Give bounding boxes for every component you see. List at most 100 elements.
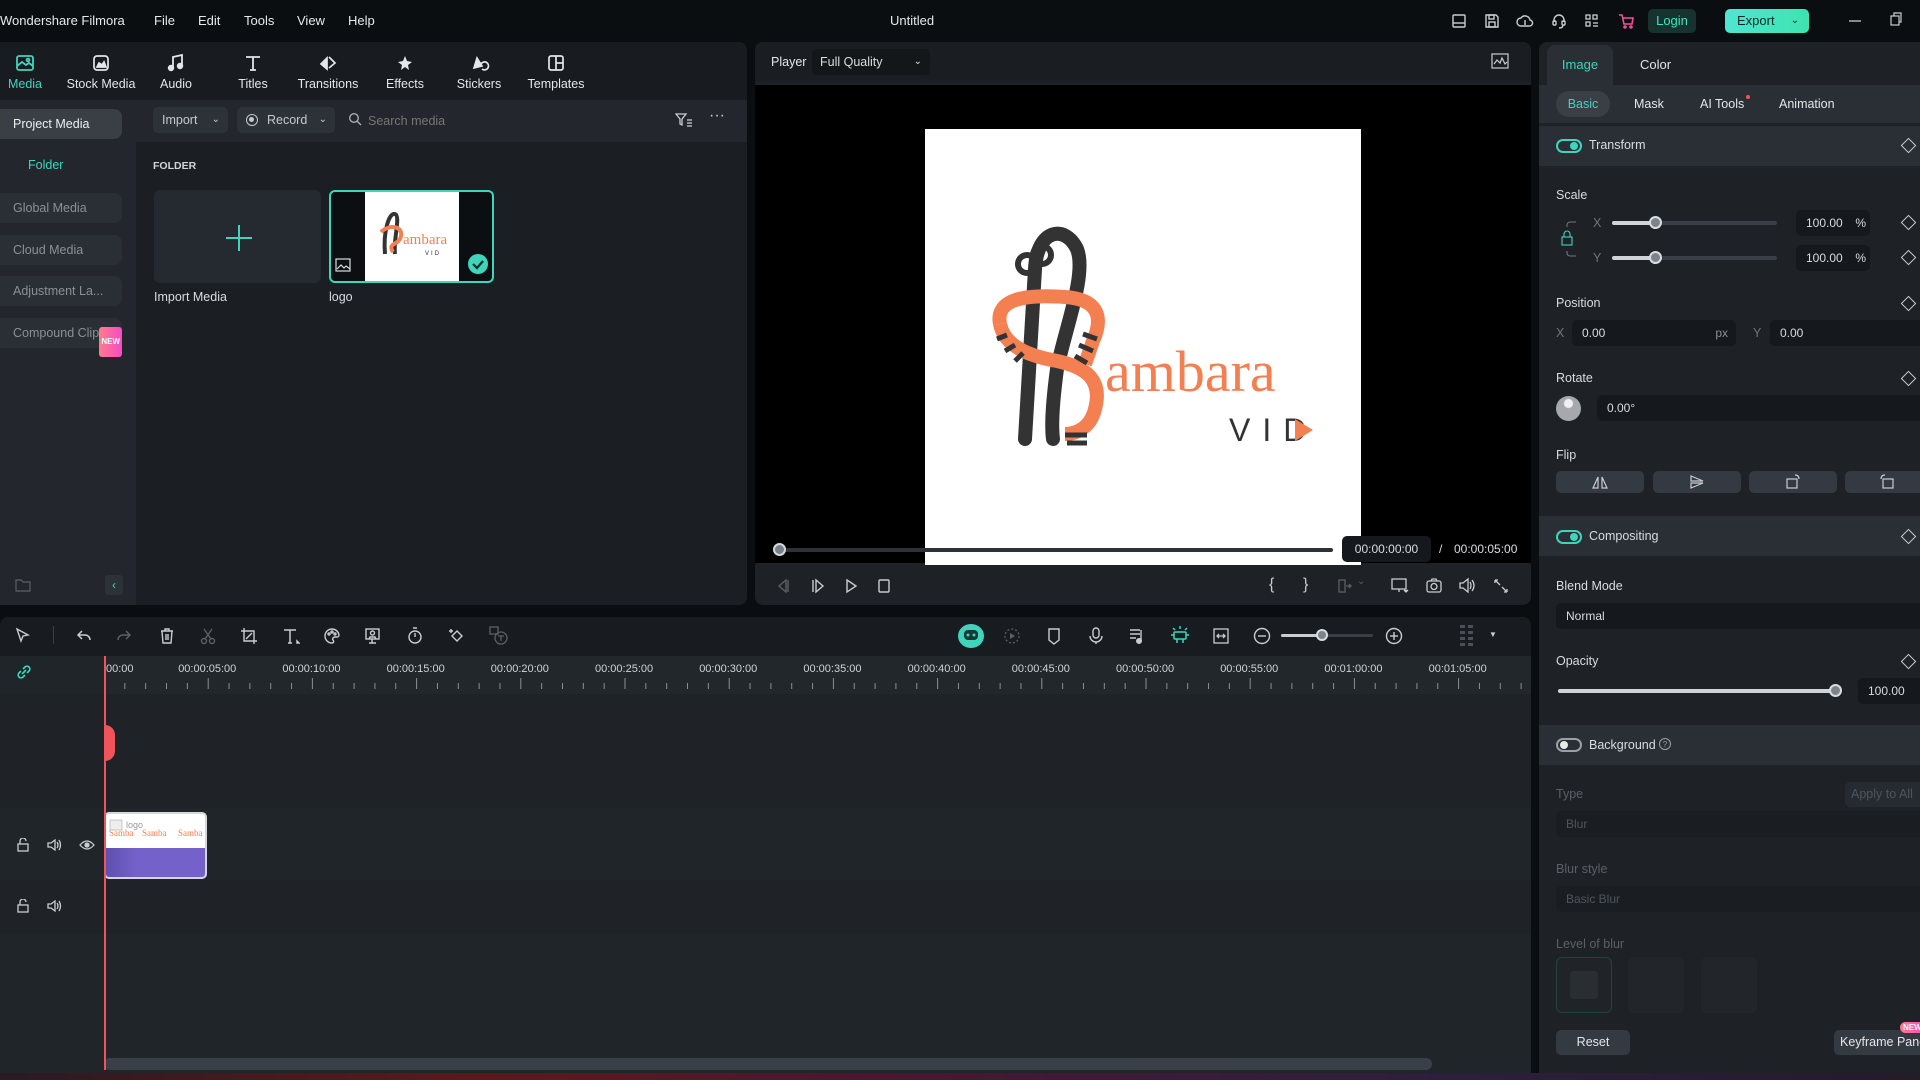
scale-x-slider[interactable] (1612, 216, 1777, 229)
text-tool-icon[interactable] (282, 627, 300, 645)
position-x-field[interactable]: 0.00 px (1572, 320, 1736, 346)
save-icon[interactable] (1483, 12, 1501, 30)
render-preview-icon[interactable] (1003, 627, 1021, 645)
menu-file[interactable]: File (154, 13, 175, 28)
green-screen-icon[interactable] (364, 627, 382, 645)
rotate-dial[interactable] (1556, 396, 1581, 421)
new-folder-icon[interactable] (15, 578, 31, 592)
timeline-ruler[interactable] (104, 656, 1531, 694)
more-options-icon[interactable]: ··· (709, 108, 727, 127)
playhead-marker-handle[interactable] (104, 725, 115, 761)
rotate-field[interactable]: 0.00° (1597, 395, 1920, 421)
track-mute-icon[interactable] (47, 838, 63, 852)
blur-style-dropdown[interactable]: Basic Blur (1556, 886, 1920, 912)
filter-icon[interactable] (675, 112, 693, 128)
chevron-down-icon[interactable]: ▼ (1489, 630, 1497, 639)
minimize-icon[interactable] (1848, 13, 1862, 27)
delete-icon[interactable] (158, 627, 176, 645)
playhead[interactable] (104, 656, 106, 1070)
fullscreen-icon[interactable] (1493, 578, 1509, 594)
lock-track-icon[interactable] (16, 899, 30, 913)
subtab-mask[interactable]: Mask (1634, 97, 1664, 111)
voiceover-mic-icon[interactable] (1087, 627, 1105, 645)
next-frame-icon[interactable] (810, 578, 826, 594)
text-to-speech-icon[interactable] (489, 626, 509, 646)
sidebar-item-cloud-media[interactable]: Cloud Media (0, 235, 122, 265)
track-visibility-eye-icon[interactable] (79, 839, 95, 851)
opacity-field[interactable]: 100.00 (1858, 678, 1920, 704)
mark-in-icon[interactable]: { (1269, 576, 1274, 594)
import-dropdown[interactable]: Import ⌄ (153, 107, 228, 133)
volume-icon[interactable] (1458, 577, 1476, 594)
background-toggle[interactable] (1556, 738, 1582, 752)
auto-highlight-icon[interactable] (1170, 625, 1190, 645)
blur-level-option-2[interactable] (1628, 957, 1684, 1013)
scopes-icon[interactable] (1491, 53, 1509, 69)
tab-media[interactable]: Media (0, 48, 60, 91)
mark-out-icon[interactable]: } (1303, 576, 1308, 594)
blur-level-option-3[interactable] (1701, 957, 1757, 1013)
menu-view[interactable]: View (297, 13, 325, 28)
reset-button[interactable]: Reset (1556, 1030, 1630, 1055)
display-settings-icon[interactable] (1391, 578, 1409, 594)
blend-mode-dropdown[interactable]: Normal (1556, 603, 1920, 629)
scale-x-field[interactable]: 100.00% (1796, 210, 1870, 236)
lock-track-icon[interactable] (16, 838, 30, 852)
snapshot-camera-icon[interactable] (1425, 577, 1443, 594)
undo-icon[interactable] (75, 627, 93, 645)
media-item-logo[interactable]: ambara VID (329, 190, 494, 283)
chevron-down-icon[interactable]: ⌄ (1791, 9, 1799, 33)
fit-timeline-icon[interactable] (1212, 627, 1230, 645)
track-mute-icon[interactable] (47, 899, 63, 913)
speed-timer-icon[interactable] (406, 626, 424, 645)
marker-icon[interactable] (1045, 627, 1063, 645)
transform-toggle[interactable] (1556, 139, 1582, 153)
export-button[interactable]: Export ⌄ (1725, 9, 1809, 33)
play-icon[interactable] (843, 578, 859, 594)
keyframe-panel-button[interactable]: Keyframe Panel (1834, 1030, 1920, 1055)
sidebar-item-folder[interactable]: Folder (28, 158, 63, 172)
insert-clip-icon[interactable] (1337, 578, 1353, 594)
blur-level-option-1[interactable] (1556, 957, 1612, 1013)
apps-grid-icon[interactable] (1583, 12, 1601, 30)
color-palette-icon[interactable] (323, 627, 341, 645)
scale-y-handle[interactable] (1648, 251, 1662, 264)
cloud-upload-icon[interactable] (1516, 12, 1534, 30)
import-media-tile[interactable] (154, 190, 321, 283)
crop-icon[interactable] (240, 627, 258, 645)
tab-titles[interactable]: Titles (218, 48, 288, 91)
subtab-animation[interactable]: Animation (1779, 97, 1835, 111)
restore-icon[interactable] (1889, 12, 1903, 26)
timeline-clip-logo[interactable]: Samba Samba Samba logo (104, 812, 207, 879)
scale-x-handle[interactable] (1648, 216, 1662, 229)
preview-canvas[interactable]: ambara VID (925, 129, 1361, 565)
track-layout-icon[interactable] (1459, 624, 1475, 648)
timeline-horizontal-scrollbar[interactable] (104, 1058, 1432, 1070)
menu-tools[interactable]: Tools (244, 13, 274, 28)
bg-type-dropdown[interactable]: Blur (1556, 811, 1920, 837)
tab-audio[interactable]: Audio (141, 48, 211, 91)
subtab-basic[interactable]: Basic (1556, 91, 1610, 117)
flip-vertical-button[interactable] (1653, 471, 1741, 493)
chevron-down-icon[interactable]: ⌄ (1357, 576, 1365, 587)
login-button[interactable]: Login (1648, 9, 1696, 33)
tab-stock-media[interactable]: Stock Media (65, 48, 137, 91)
layout-icon[interactable] (1450, 12, 1468, 30)
tab-transitions[interactable]: Transitions (292, 48, 364, 91)
tab-templates[interactable]: Templates (520, 48, 592, 91)
sidebar-item-adjustment-layer[interactable]: Adjustment La... (0, 276, 122, 306)
help-icon[interactable]: ? (1659, 738, 1671, 750)
position-y-field[interactable]: 0.00 (1770, 320, 1920, 346)
menu-edit[interactable]: Edit (198, 13, 220, 28)
scale-lock-icon[interactable] (1560, 217, 1580, 261)
collapse-sidebar-button[interactable]: ‹ (105, 575, 123, 595)
sidebar-item-project-media[interactable]: Project Media (0, 109, 122, 139)
zoom-in-icon[interactable] (1385, 627, 1403, 645)
opacity-slider[interactable] (1558, 684, 1842, 697)
apply-to-all-button[interactable]: Apply to All (1845, 782, 1920, 807)
subtab-ai-tools[interactable]: AI Tools (1700, 95, 1751, 111)
tab-image[interactable]: Image (1547, 45, 1613, 85)
search-media-input[interactable] (368, 108, 658, 134)
record-dropdown[interactable]: Record ⌄ (237, 107, 335, 133)
quality-dropdown[interactable]: Full Quality ⌄ (812, 49, 930, 75)
